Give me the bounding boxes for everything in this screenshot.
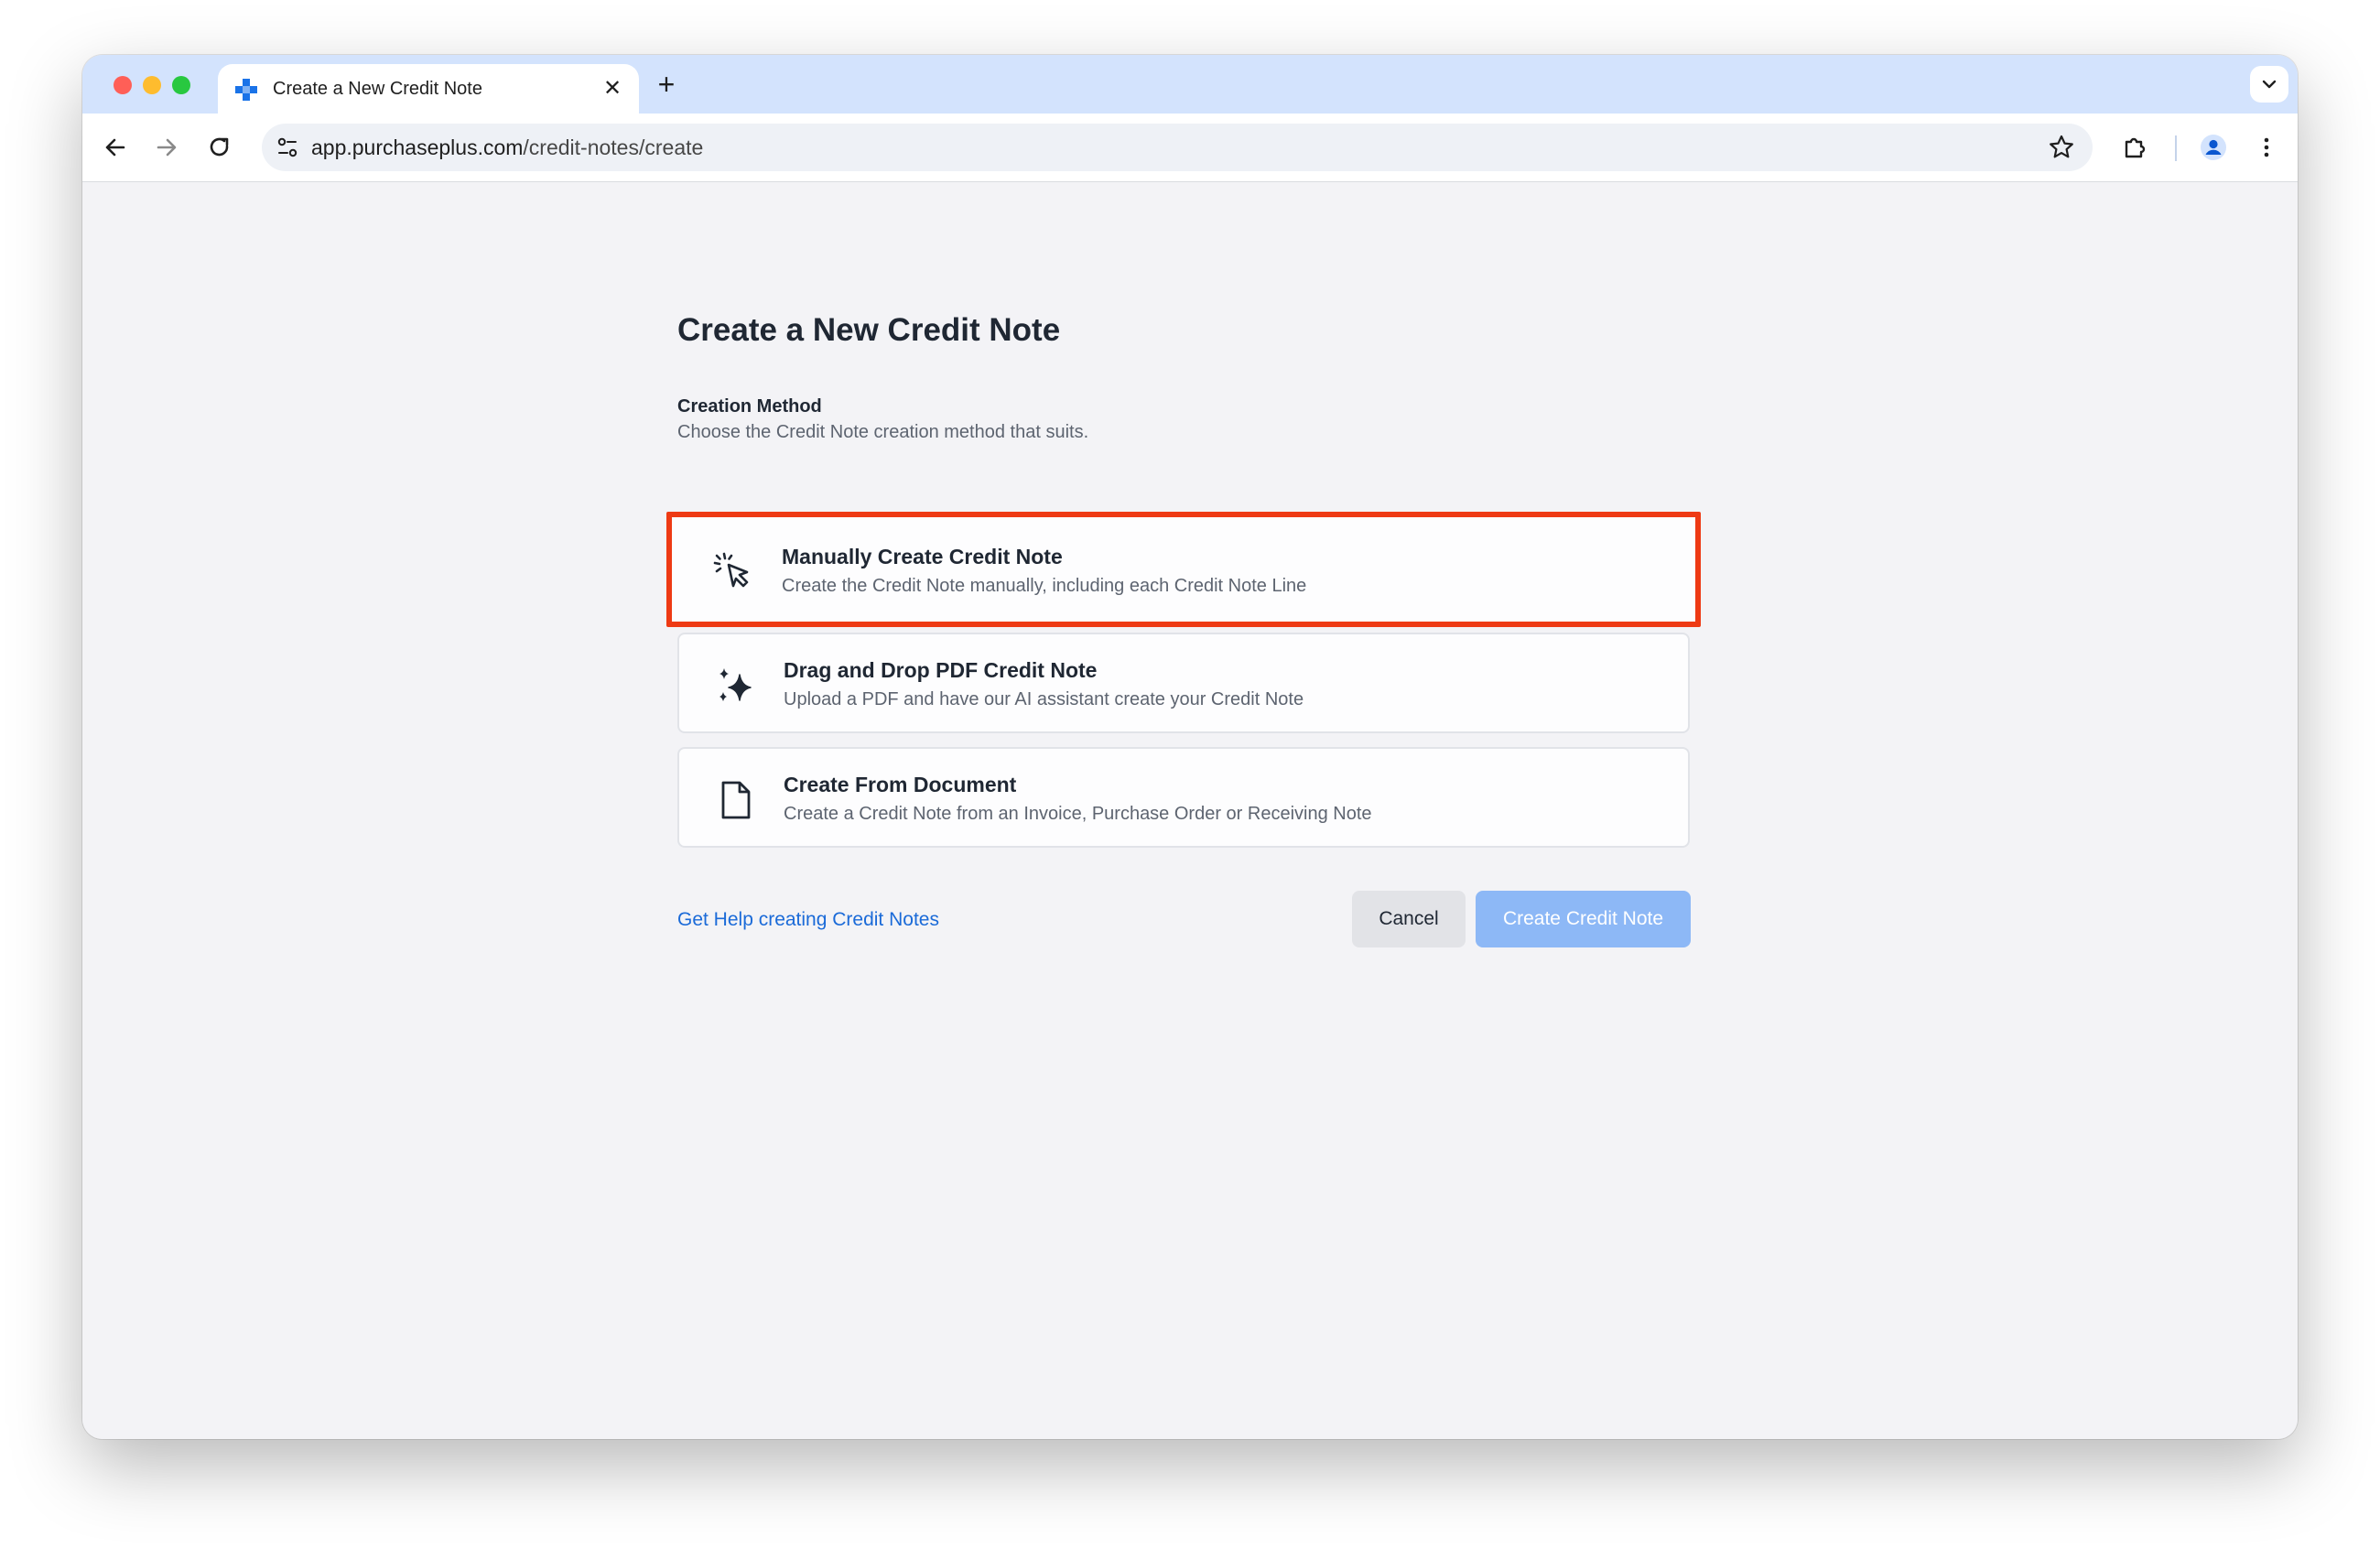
create-credit-note-button[interactable]: Create Credit Note	[1476, 891, 1691, 947]
back-icon[interactable]	[97, 129, 134, 166]
active-tab[interactable]: Create a New Credit Note ✕	[218, 64, 639, 114]
bookmark-star-icon[interactable]	[2045, 131, 2078, 164]
tab-title: Create a New Credit Note	[273, 79, 482, 99]
forward-icon[interactable]	[148, 129, 185, 166]
page-content: Create a New Credit Note Creation Method…	[82, 182, 2298, 1439]
option-title: Drag and Drop PDF Credit Note	[784, 658, 1098, 682]
option-description: Create the Credit Note manually, includi…	[782, 576, 1307, 596]
option-drag-drop-pdf[interactable]: Drag and Drop PDF Credit Note Upload a P…	[677, 633, 1690, 733]
chevron-down-icon	[2262, 80, 2277, 89]
toolbar-divider	[2175, 135, 2177, 161]
address-bar[interactable]: app.purchaseplus.com/credit-notes/create	[262, 124, 2093, 171]
option-description: Create a Credit Note from an Invoice, Pu…	[784, 804, 1372, 824]
url-text: app.purchaseplus.com/credit-notes/create	[311, 135, 703, 160]
option-description: Upload a PDF and have our AI assistant c…	[784, 689, 1304, 709]
creation-method-label: Creation Method	[677, 396, 822, 417]
tab-strip: Create a New Credit Note ✕ +	[82, 55, 2298, 114]
new-tab-button[interactable]: +	[650, 68, 683, 101]
tab-close-icon[interactable]: ✕	[600, 77, 624, 101]
page-title: Create a New Credit Note	[677, 312, 1061, 348]
browser-toolbar: app.purchaseplus.com/credit-notes/create	[82, 114, 2298, 182]
reload-icon[interactable]	[201, 129, 238, 166]
help-link[interactable]: Get Help creating Credit Notes	[677, 909, 939, 931]
cursor-click-icon	[713, 552, 749, 588]
site-settings-icon[interactable]	[271, 131, 304, 164]
extensions-icon[interactable]	[2116, 129, 2153, 166]
browser-window: Create a New Credit Note ✕ + app.purchas…	[82, 55, 2298, 1439]
tab-search-button[interactable]	[2250, 66, 2288, 103]
menu-icon[interactable]	[2248, 129, 2285, 166]
option-from-document[interactable]: Create From Document Create a Credit Not…	[677, 747, 1690, 848]
creation-method-help: Choose the Credit Note creation method t…	[677, 422, 1089, 442]
option-title: Create From Document	[784, 773, 1017, 796]
minimize-window-button[interactable]	[143, 76, 161, 94]
purchaseplus-logo-icon	[235, 79, 257, 101]
document-icon	[721, 781, 751, 819]
cancel-button[interactable]: Cancel	[1352, 891, 1466, 947]
profile-icon[interactable]	[2195, 129, 2232, 166]
close-window-button[interactable]	[114, 76, 132, 94]
url-host: app.purchaseplus.com	[311, 135, 524, 159]
url-path: /credit-notes/create	[523, 135, 704, 159]
maximize-window-button[interactable]	[172, 76, 190, 94]
sparkles-icon	[719, 668, 752, 701]
option-title: Manually Create Credit Note	[782, 545, 1063, 568]
option-manual[interactable]: Manually Create Credit Note Create the C…	[666, 512, 1701, 627]
